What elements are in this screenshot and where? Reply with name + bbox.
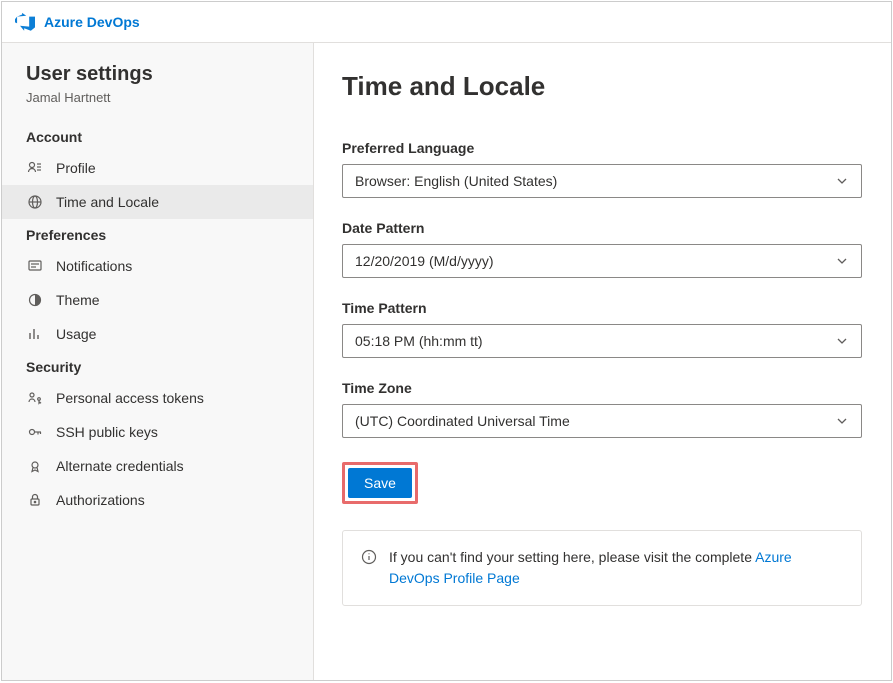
info-text-prefix: If you can't find your setting here, ple… <box>389 549 755 565</box>
time-zone-select[interactable]: (UTC) Coordinated Universal Time <box>342 404 862 438</box>
sidebar-item-label: Alternate credentials <box>56 458 184 474</box>
main-content: Time and Locale Preferred Language Brows… <box>314 43 891 680</box>
azure-devops-logo-icon <box>14 11 36 33</box>
sidebar-item-label: Usage <box>56 326 96 342</box>
sidebar-item-usage[interactable]: Usage <box>2 317 313 351</box>
info-text: If you can't find your setting here, ple… <box>389 547 843 589</box>
sidebar-item-label: Time and Locale <box>56 194 159 210</box>
date-pattern-select[interactable]: 12/20/2019 (M/d/yyyy) <box>342 244 862 278</box>
time-pattern-value: 05:18 PM (hh:mm tt) <box>355 333 835 349</box>
key-icon <box>26 423 44 441</box>
credentials-icon <box>26 457 44 475</box>
preferred-language-value: Browser: English (United States) <box>355 173 835 189</box>
sidebar-section-preferences: Preferences <box>2 219 313 249</box>
brand-label[interactable]: Azure DevOps <box>44 14 140 30</box>
chevron-down-icon <box>835 334 849 348</box>
save-button-highlight: Save <box>342 462 418 504</box>
sidebar-item-ssh-public-keys[interactable]: SSH public keys <box>2 415 313 449</box>
chevron-down-icon <box>835 414 849 428</box>
time-pattern-label: Time Pattern <box>342 300 863 316</box>
sidebar-username: Jamal Hartnett <box>2 90 313 121</box>
info-callout: If you can't find your setting here, ple… <box>342 530 862 606</box>
preferred-language-label: Preferred Language <box>342 140 863 156</box>
time-pattern-select[interactable]: 05:18 PM (hh:mm tt) <box>342 324 862 358</box>
globe-icon <box>26 193 44 211</box>
sidebar-item-label: Personal access tokens <box>56 390 204 406</box>
sidebar-item-time-and-locale[interactable]: Time and Locale <box>2 185 313 219</box>
sidebar-item-label: SSH public keys <box>56 424 158 440</box>
date-pattern-value: 12/20/2019 (M/d/yyyy) <box>355 253 835 269</box>
date-pattern-label: Date Pattern <box>342 220 863 236</box>
info-icon <box>361 549 377 565</box>
topbar: Azure DevOps <box>2 2 891 43</box>
key-person-icon <box>26 389 44 407</box>
sidebar-item-personal-access-tokens[interactable]: Personal access tokens <box>2 381 313 415</box>
sidebar-item-alternate-credentials[interactable]: Alternate credentials <box>2 449 313 483</box>
save-button[interactable]: Save <box>348 468 412 498</box>
time-zone-value: (UTC) Coordinated Universal Time <box>355 413 835 429</box>
notification-icon <box>26 257 44 275</box>
sidebar-item-notifications[interactable]: Notifications <box>2 249 313 283</box>
sidebar-item-label: Notifications <box>56 258 132 274</box>
sidebar-item-label: Theme <box>56 292 100 308</box>
usage-icon <box>26 325 44 343</box>
sidebar-item-theme[interactable]: Theme <box>2 283 313 317</box>
time-zone-label: Time Zone <box>342 380 863 396</box>
sidebar-item-profile[interactable]: Profile <box>2 151 313 185</box>
sidebar-section-security: Security <box>2 351 313 381</box>
chevron-down-icon <box>835 254 849 268</box>
sidebar-item-authorizations[interactable]: Authorizations <box>2 483 313 517</box>
profile-icon <box>26 159 44 177</box>
sidebar-item-label: Profile <box>56 160 96 176</box>
preferred-language-select[interactable]: Browser: English (United States) <box>342 164 862 198</box>
sidebar-title: User settings <box>2 63 313 90</box>
chevron-down-icon <box>835 174 849 188</box>
page-title: Time and Locale <box>342 71 863 102</box>
theme-icon <box>26 291 44 309</box>
sidebar: User settings Jamal Hartnett Account Pro… <box>2 43 314 680</box>
sidebar-item-label: Authorizations <box>56 492 145 508</box>
lock-icon <box>26 491 44 509</box>
sidebar-section-account: Account <box>2 121 313 151</box>
